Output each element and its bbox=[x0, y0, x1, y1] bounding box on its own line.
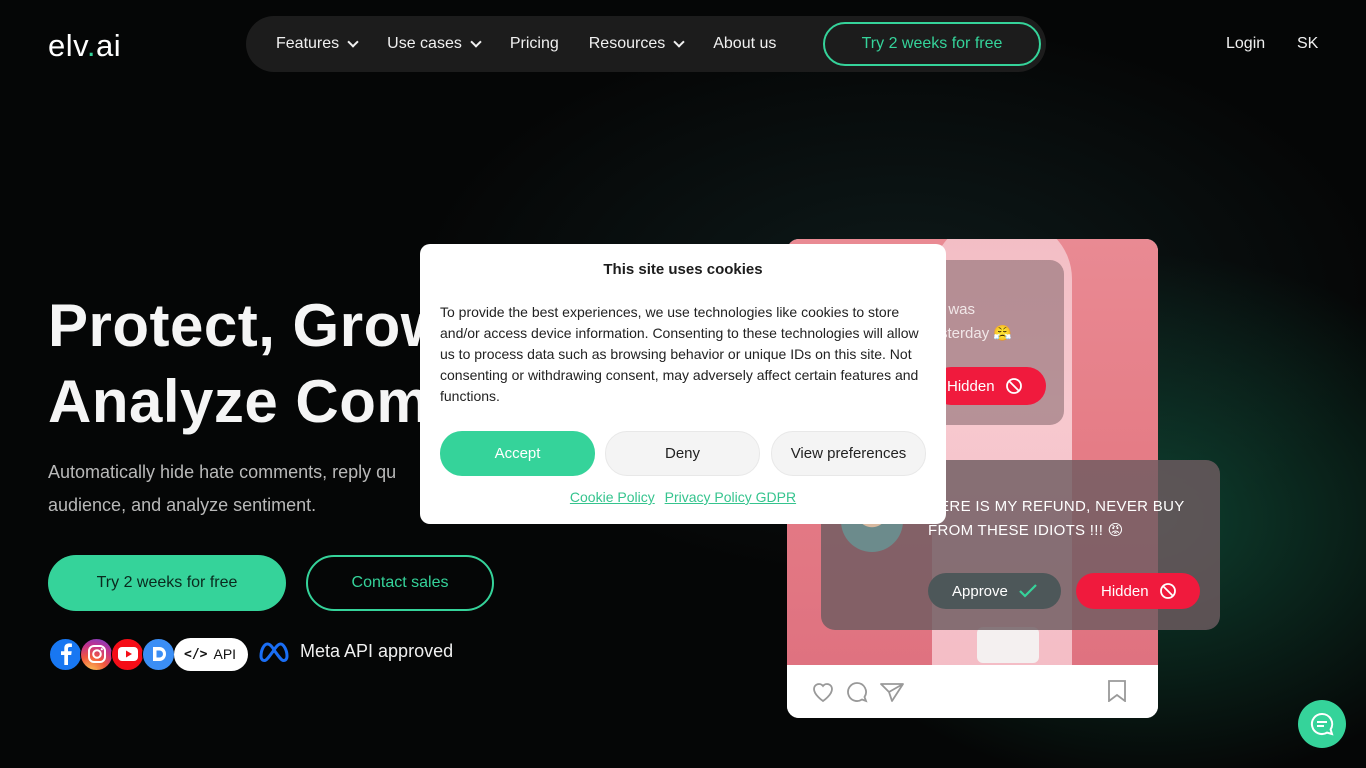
try-free-button[interactable]: Try 2 weeks for free bbox=[48, 555, 286, 611]
instagram-icon bbox=[80, 637, 113, 671]
comment-1-hidden-button[interactable]: Hidden bbox=[932, 367, 1046, 405]
chat-widget-button[interactable] bbox=[1298, 700, 1346, 748]
nav-trial-button[interactable]: Try 2 weeks for free bbox=[823, 22, 1041, 66]
nav-label: Pricing bbox=[509, 35, 559, 52]
view-preferences-button[interactable]: View preferences bbox=[771, 431, 926, 476]
chevron-down-icon bbox=[673, 35, 685, 48]
youtube-icon bbox=[111, 637, 144, 671]
nav-label: Use cases bbox=[387, 35, 462, 52]
check-icon bbox=[1019, 584, 1037, 598]
handbag bbox=[977, 627, 1039, 663]
facebook-icon bbox=[49, 637, 82, 671]
bookmark-icon[interactable] bbox=[1107, 680, 1127, 702]
share-icon[interactable] bbox=[879, 681, 905, 703]
logo[interactable]: elv.ai bbox=[48, 28, 121, 64]
block-icon bbox=[1159, 583, 1176, 599]
chevron-down-icon bbox=[347, 35, 359, 48]
login-link[interactable]: Login bbox=[1226, 35, 1265, 53]
logo-text-suffix: ai bbox=[95, 28, 122, 63]
cookie-dialog-links: Cookie Policy Privacy Policy GDPR bbox=[420, 489, 946, 505]
heart-icon[interactable] bbox=[811, 681, 835, 703]
cookie-policy-link[interactable]: Cookie Policy bbox=[570, 489, 655, 505]
main-nav: Features Use cases Pricing Resources Abo… bbox=[246, 16, 1046, 72]
chat-icon bbox=[1310, 712, 1334, 736]
comment-1-text: t was sterday 😤 bbox=[940, 301, 1013, 342]
logo-dot: . bbox=[86, 28, 96, 63]
logo-text: elv bbox=[48, 28, 87, 63]
nav-use-cases[interactable]: Use cases bbox=[387, 35, 482, 53]
cookie-consent-dialog: This site uses cookies To provide the be… bbox=[420, 244, 946, 524]
nav-label: Resources bbox=[588, 35, 666, 52]
nav-label: About us bbox=[713, 35, 777, 52]
deny-cookies-button[interactable]: Deny bbox=[605, 431, 760, 476]
cookie-dialog-title: This site uses cookies bbox=[603, 261, 763, 278]
nav-resources[interactable]: Resources bbox=[588, 35, 685, 53]
hero-title: Protect, Grow Analyze Com bbox=[48, 288, 448, 440]
hero-title-line-1: Protect, Grow bbox=[48, 292, 448, 359]
api-label: API bbox=[213, 646, 237, 662]
meta-approved-label: Meta API approved bbox=[300, 640, 454, 661]
hero-title-line-2: Analyze Com bbox=[48, 368, 431, 435]
post-actions-bar bbox=[787, 665, 1158, 718]
language-switcher[interactable]: SK bbox=[1297, 35, 1318, 53]
hidden-label: Hidden bbox=[1101, 582, 1149, 600]
nav-features[interactable]: Features bbox=[276, 35, 359, 53]
cookie-dialog-body: To provide the best experiences, we use … bbox=[440, 304, 919, 404]
platform-icons: </> API bbox=[49, 637, 249, 671]
meta-approved-badge: Meta API approved bbox=[258, 640, 453, 662]
privacy-policy-link[interactable]: Privacy Policy GDPR bbox=[665, 489, 796, 505]
chevron-down-icon bbox=[470, 35, 482, 48]
comment-2-text: HERE IS MY REFUND, NEVER BUY FROM THESE … bbox=[928, 498, 1185, 539]
meta-logo-icon bbox=[259, 642, 289, 662]
comment-icon[interactable] bbox=[846, 681, 868, 703]
nav-label: Features bbox=[276, 35, 340, 52]
approve-button[interactable]: Approve bbox=[928, 573, 1061, 609]
api-badge: </> API bbox=[174, 637, 249, 671]
block-icon bbox=[1005, 378, 1022, 394]
approve-label: Approve bbox=[952, 582, 1008, 600]
nav-about-us[interactable]: About us bbox=[713, 35, 776, 53]
hidden-label: Hidden bbox=[947, 377, 995, 395]
code-icon: </> bbox=[184, 646, 208, 662]
hidden-button[interactable]: Hidden bbox=[1076, 573, 1200, 609]
accept-cookies-button[interactable]: Accept bbox=[440, 431, 595, 476]
contact-sales-button[interactable]: Contact sales bbox=[306, 555, 494, 611]
nav-pricing[interactable]: Pricing bbox=[510, 35, 559, 53]
discord-icon bbox=[142, 637, 175, 671]
